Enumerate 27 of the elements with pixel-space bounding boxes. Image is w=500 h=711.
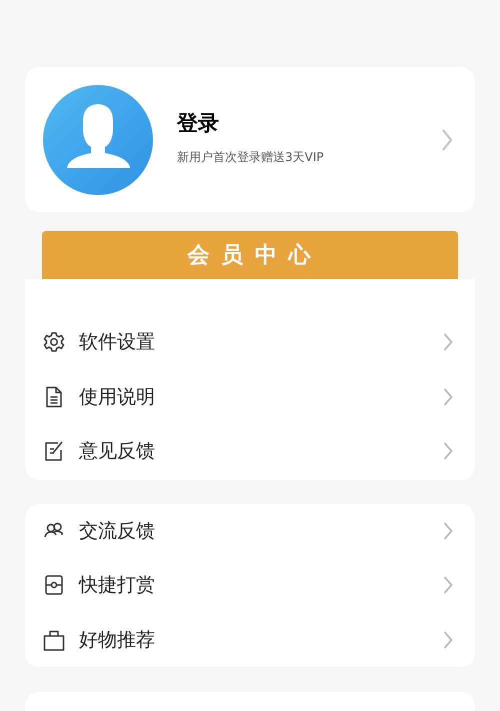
menu-label: 软件设置 <box>79 330 156 355</box>
chevron-icon <box>443 386 453 407</box>
gear-icon <box>43 331 65 354</box>
shopping-bag-icon <box>43 628 65 651</box>
menu-item[interactable]: 快捷打赏 <box>25 558 475 612</box>
edit-icon <box>43 440 65 462</box>
menu-label: 意见反馈 <box>79 439 156 464</box>
menu-item[interactable]: 软件设置 <box>25 315 475 370</box>
menu-item[interactable]: 交流反馈 <box>25 504 475 558</box>
avatar-icon <box>43 84 153 194</box>
chevron-icon <box>443 630 453 650</box>
chevron-icon <box>443 520 453 541</box>
chevron-icon <box>441 128 453 152</box>
chevron-icon <box>443 332 453 352</box>
menu-item[interactable]: 使用说明 <box>25 370 475 424</box>
chevron-icon <box>443 441 453 462</box>
chevron-icon <box>443 575 453 596</box>
profile-card[interactable]: 登录 新用户首次登录赠送3天VIP <box>25 67 475 212</box>
menu-label: 快捷打赏 <box>79 573 156 598</box>
menu-label: 交流反馈 <box>79 518 156 544</box>
menu-label: 好物推荐 <box>79 628 156 652</box>
menu-label: 使用说明 <box>79 384 156 410</box>
menu-item[interactable]: 好物推荐 <box>25 612 475 667</box>
login-title: 登录 <box>177 113 220 134</box>
login-subtitle: 新用户首次登录赠送3天VIP <box>177 149 325 166</box>
wallet-icon <box>43 574 65 596</box>
menu-item[interactable]: 意见反馈 <box>25 424 475 478</box>
